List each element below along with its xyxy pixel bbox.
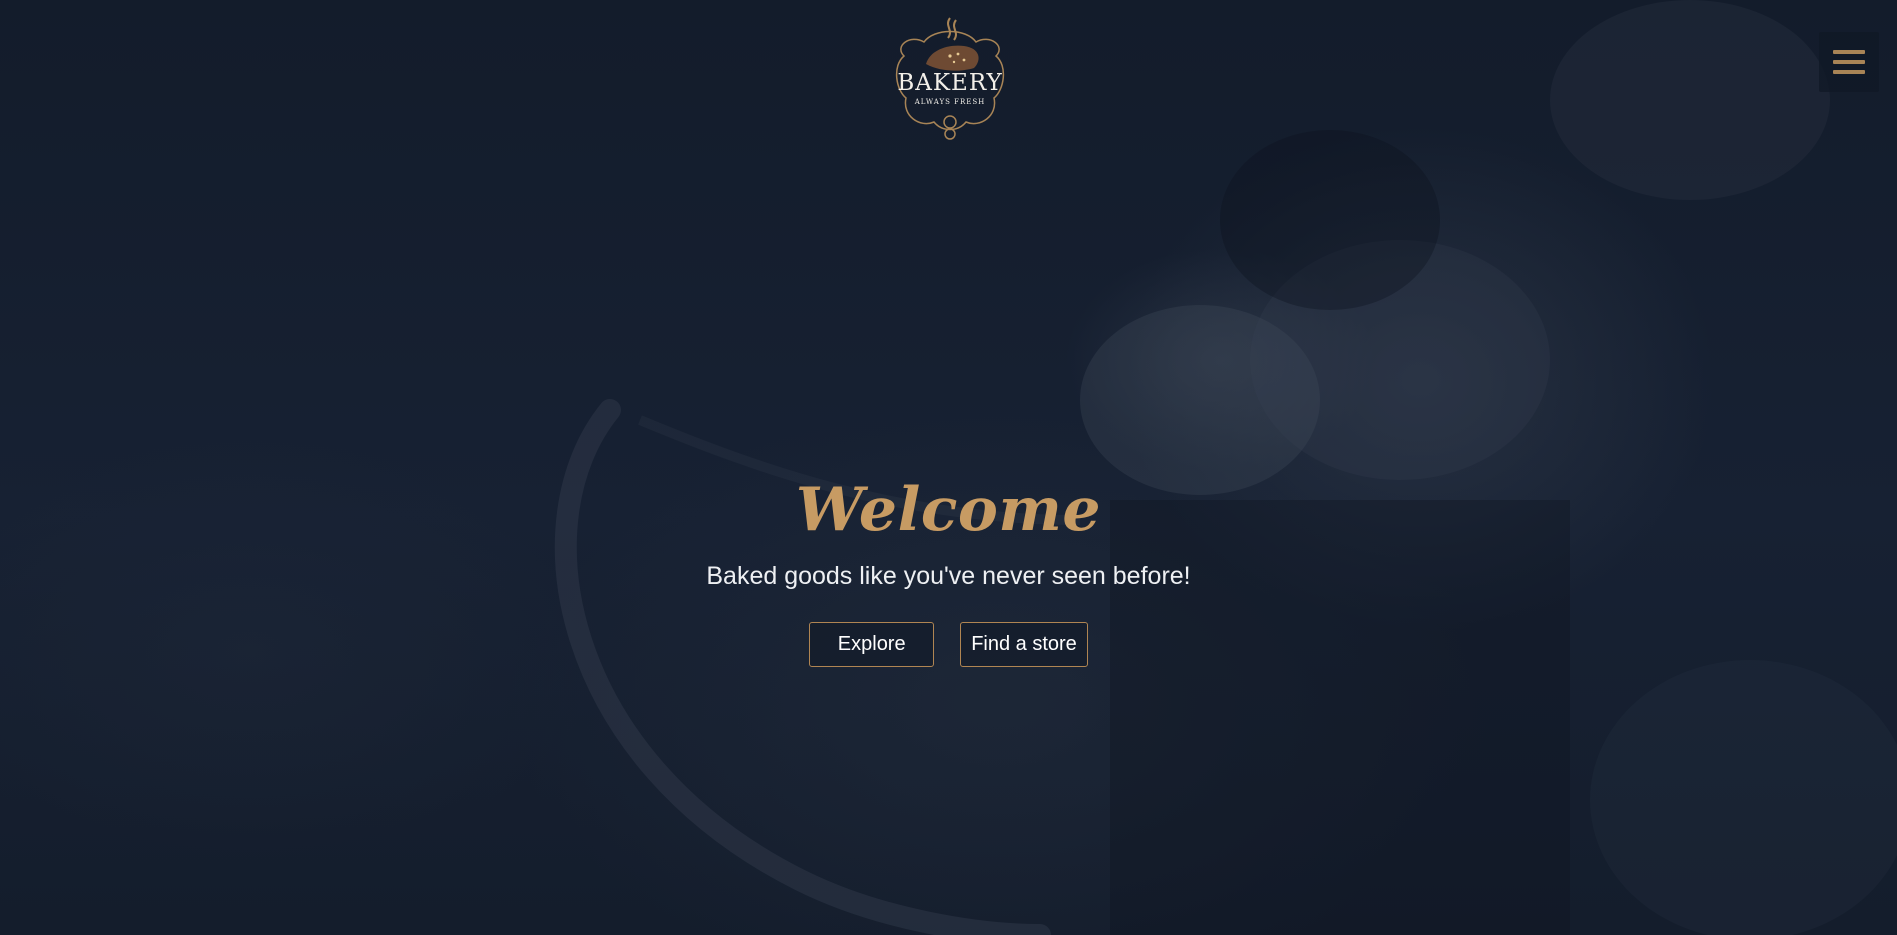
hero-content: Welcome Baked goods like you've never se… (0, 470, 1897, 667)
bakery-logo[interactable]: BAKERY ALWAYS FRESH (884, 16, 1016, 144)
hamburger-menu-icon (1833, 50, 1865, 54)
menu-button[interactable] (1819, 32, 1879, 92)
hero-section: BAKERY ALWAYS FRESH Welcome Baked goods … (0, 0, 1897, 935)
hero-subheading: Baked goods like you've never seen befor… (706, 562, 1191, 590)
logo-tagline: ALWAYS FRESH (914, 98, 986, 106)
find-a-store-button[interactable]: Find a store (960, 622, 1088, 667)
explore-button[interactable]: Explore (809, 622, 935, 667)
hero-actions: Explore Find a store (0, 622, 1897, 667)
logo-wordmark: BAKERY (897, 70, 1003, 96)
welcome-heading: Welcome (795, 475, 1102, 545)
